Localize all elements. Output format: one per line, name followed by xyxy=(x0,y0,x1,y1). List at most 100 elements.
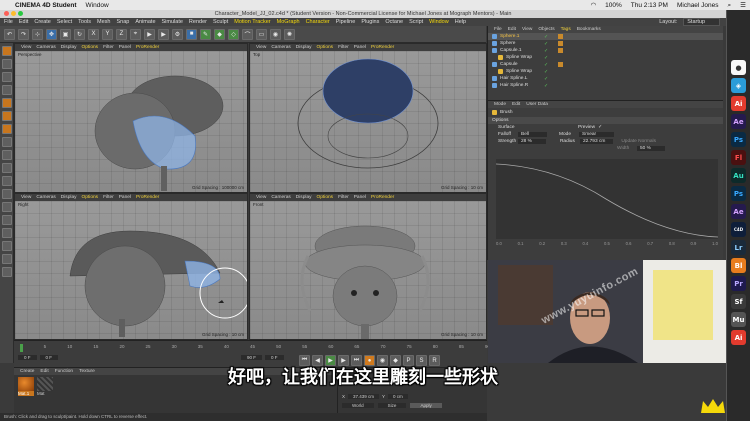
dock-icon-flash[interactable]: Fl xyxy=(731,150,746,165)
menu-pipeline[interactable]: Pipeline xyxy=(336,19,356,25)
menu-create[interactable]: Create xyxy=(34,19,51,25)
app-name[interactable]: CINEMA 4D Student xyxy=(15,2,77,9)
menu-plugins[interactable]: Plugins xyxy=(361,19,379,25)
dock-icon-cinema4d[interactable]: C4D xyxy=(731,222,746,237)
frame-right-field[interactable]: 0 F xyxy=(265,355,284,360)
visibility-check-icon[interactable]: ✓ xyxy=(544,76,548,82)
menu-mograph[interactable]: MoGraph xyxy=(277,19,300,25)
size-mode-select[interactable]: Size xyxy=(377,403,407,408)
menu-render[interactable]: Render xyxy=(189,19,207,25)
viewport-menu-view[interactable]: View xyxy=(21,195,31,200)
workplane-lock-icon[interactable] xyxy=(2,176,12,186)
object-row[interactable]: Capsule.1 ✓ xyxy=(488,47,723,54)
visibility-check-icon[interactable]: ✓ xyxy=(544,62,548,68)
menu-edit[interactable]: Edit xyxy=(19,19,28,25)
model-mode-icon[interactable] xyxy=(2,59,12,69)
material-tag-icon[interactable] xyxy=(558,41,563,46)
om-menu-edit[interactable]: Edit xyxy=(508,27,516,32)
dock-icon-blender[interactable]: Bl xyxy=(731,258,746,273)
sculpt-flatten-icon[interactable] xyxy=(2,241,12,251)
rotate-tool-icon[interactable]: ↻ xyxy=(74,28,85,40)
battery-status[interactable]: 100% xyxy=(605,2,622,9)
viewport-menu-cameras[interactable]: Cameras xyxy=(271,45,290,50)
viewport-menu-options[interactable]: Options xyxy=(317,45,334,50)
falloff-select[interactable]: Bell xyxy=(518,132,547,137)
dock-icon-after-effects-2[interactable]: Ae xyxy=(731,204,746,219)
redo-icon[interactable]: ↷ xyxy=(18,28,29,40)
dock-icon-finder[interactable]: ● xyxy=(731,60,746,75)
close-window-icon[interactable] xyxy=(4,11,9,16)
frame-current-field[interactable]: 0 F xyxy=(39,355,59,360)
object-row[interactable]: Spline Wrap ✓ xyxy=(488,68,723,75)
viewport-menu-view[interactable]: View xyxy=(256,195,266,200)
scale-tool-icon[interactable]: ▣ xyxy=(60,28,71,40)
object-row[interactable]: Hair Spline.R ✓ xyxy=(488,82,723,89)
menu-select[interactable]: Select xyxy=(57,19,72,25)
y-field[interactable]: 0 cm xyxy=(388,394,408,399)
viewport-menu-panel[interactable]: Panel xyxy=(119,45,131,50)
frame-end-field[interactable]: 90 F xyxy=(241,355,263,360)
live-selection-icon[interactable]: ⊹ xyxy=(32,28,43,40)
object-row[interactable]: Hair Spline.L ✓ xyxy=(488,75,723,82)
sculpt-mask-icon[interactable] xyxy=(2,267,12,277)
menu-octane[interactable]: Octane xyxy=(385,19,403,25)
playhead[interactable] xyxy=(20,344,23,352)
preview-checkbox[interactable]: ✓ xyxy=(598,125,602,130)
coordinate-space-select[interactable]: World xyxy=(342,403,374,408)
menu-list-icon[interactable]: ☰ xyxy=(740,1,746,9)
viewport-menu-view[interactable]: View xyxy=(21,45,31,50)
menu-motion-tracker[interactable]: Motion Tracker xyxy=(234,19,270,25)
dock-icon-photoshop[interactable]: Ps xyxy=(731,132,746,147)
menu-script[interactable]: Script xyxy=(409,19,423,25)
menu-animate[interactable]: Animate xyxy=(135,19,155,25)
viewport-menu-display[interactable]: Display xyxy=(61,195,77,200)
dock-icon-photoshop-2[interactable]: Ps xyxy=(731,186,746,201)
minimize-window-icon[interactable] xyxy=(11,11,16,16)
viewport-perspective[interactable]: View Cameras Display Options Filter Pane… xyxy=(14,43,248,193)
object-row[interactable]: Sphere.1 ✓ xyxy=(488,33,723,40)
visibility-check-icon[interactable]: ✓ xyxy=(544,48,548,54)
viewport-menu-display[interactable]: Display xyxy=(296,45,312,50)
light-icon[interactable]: ✺ xyxy=(284,28,295,40)
snap-icon[interactable] xyxy=(2,163,12,173)
viewport-front[interactable]: View Cameras Display Options Filter Pane… xyxy=(249,193,487,340)
dock-icon-audition[interactable]: Au xyxy=(731,168,746,183)
sculpt-brush-icon[interactable] xyxy=(2,189,12,199)
viewport-menu-view[interactable]: View xyxy=(256,45,266,50)
frame-start-field[interactable]: 0 F xyxy=(18,355,37,360)
viewport-right[interactable]: View Cameras Display Options Filter Pane… xyxy=(14,193,248,340)
am-menu-edit[interactable]: Edit xyxy=(512,102,520,107)
points-mode-icon[interactable] xyxy=(2,98,12,108)
sculpt-grab-icon[interactable] xyxy=(2,202,12,212)
viewport-menu-display[interactable]: Display xyxy=(61,45,77,50)
x-axis-icon[interactable]: X xyxy=(88,28,99,40)
sculpt-inflate-icon[interactable] xyxy=(2,228,12,238)
array-icon[interactable]: ◇ xyxy=(228,28,239,40)
layout-select[interactable]: Startup xyxy=(683,18,720,26)
z-axis-icon[interactable]: Z xyxy=(116,28,127,40)
visibility-check-icon[interactable]: ✓ xyxy=(544,83,548,89)
viewport-menu-options[interactable]: Options xyxy=(82,195,99,200)
am-menu-mode[interactable]: Mode xyxy=(494,102,506,107)
window-menu[interactable]: Window xyxy=(86,2,109,9)
viewport-menu-panel[interactable]: Panel xyxy=(119,195,131,200)
user-name[interactable]: Michael Jones xyxy=(677,2,719,9)
deformer-icon[interactable]: ⌒ xyxy=(242,28,253,40)
width-field[interactable]: 50 % xyxy=(637,146,665,151)
viewport-menu-cameras[interactable]: Cameras xyxy=(36,45,55,50)
om-menu-bookmarks[interactable]: Bookmarks xyxy=(577,27,601,32)
options-tab[interactable]: Options xyxy=(488,117,723,124)
viewport-menu-prorender[interactable]: ProRender xyxy=(136,45,159,50)
dock-icon-illustrator[interactable]: Ai xyxy=(731,330,746,345)
apply-button[interactable]: Apply xyxy=(410,403,442,408)
sculpt-smooth-icon[interactable] xyxy=(2,215,12,225)
visibility-check-icon[interactable]: ✓ xyxy=(544,34,548,40)
render-settings-icon[interactable]: ⚙ xyxy=(172,28,183,40)
viewport-menu-prorender[interactable]: ProRender xyxy=(136,195,159,200)
viewport-menu-display[interactable]: Display xyxy=(296,195,312,200)
object-row[interactable]: Capsule ✓ xyxy=(488,61,723,68)
dock-icon-lightroom[interactable]: Lr xyxy=(731,240,746,255)
zoom-window-icon[interactable] xyxy=(18,11,23,16)
edges-mode-icon[interactable] xyxy=(2,111,12,121)
menu-snap[interactable]: Snap xyxy=(116,19,129,25)
